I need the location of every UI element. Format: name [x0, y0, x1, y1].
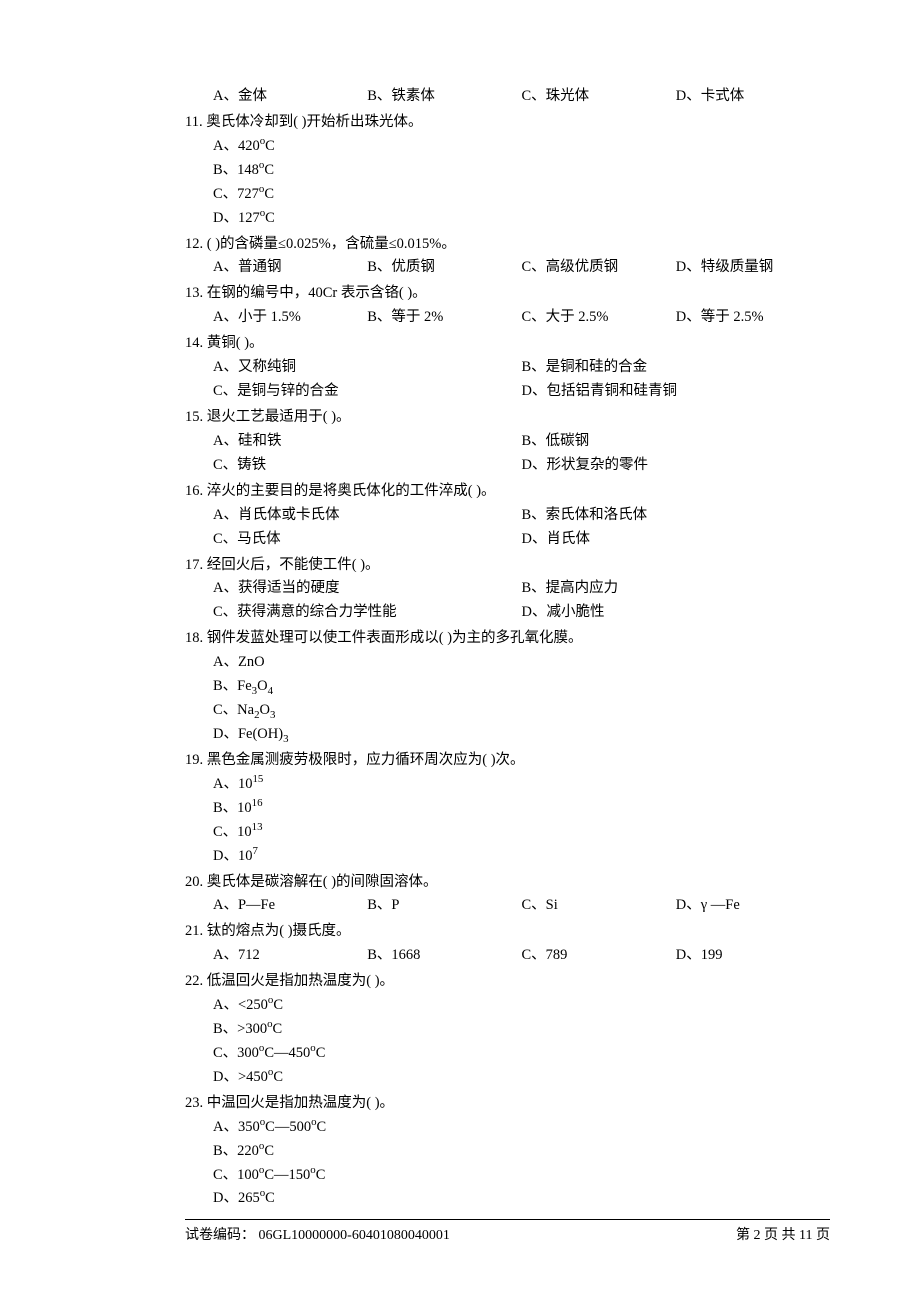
- option-d: D、107: [213, 845, 830, 869]
- option-c: C、珠光体: [522, 85, 676, 109]
- exam-code: 试卷编码： 06GL10000000-60401080040001: [185, 1224, 450, 1247]
- option-c: C、马氏体: [213, 528, 522, 552]
- question-18: 18. 钢件发蓝处理可以使工件表面形成以( )为主的多孔氧化膜。 A、ZnO B…: [185, 627, 830, 747]
- option-a: A、肖氏体或卡氏体: [213, 504, 522, 528]
- option-b: B、低碳钢: [522, 430, 831, 454]
- question-21: 21. 钛的熔点为( )摄氏度。 A、712 B、1668 C、789 D、19…: [185, 920, 830, 968]
- question-15: 15. 退火工艺最适用于( )。 A、硅和铁 B、低碳钢 C、铸铁 D、形状复杂…: [185, 406, 830, 478]
- option-a: A、P—Fe: [213, 894, 367, 918]
- question-11: 11. 奥氏体冷却到( )开始析出珠光体。 A、420oC B、148oC C、…: [185, 111, 830, 231]
- option-c: C、Si: [522, 894, 676, 918]
- question-stem: 18. 钢件发蓝处理可以使工件表面形成以( )为主的多孔氧化膜。: [185, 627, 830, 651]
- option-d: D、包括铝青铜和硅青铜: [522, 380, 831, 404]
- page-number: 第 2 页 共 11 页: [736, 1224, 830, 1247]
- option-b: B、铁素体: [367, 85, 521, 109]
- question-stem: 15. 退火工艺最适用于( )。: [185, 406, 830, 430]
- question-14: 14. 黄铜( )。 A、又称纯铜 B、是铜和硅的合金 C、是铜与锌的合金 D、…: [185, 332, 830, 404]
- question-19: 19. 黑色金属测疲劳极限时，应力循环周次应为( )次。 A、1015 B、10…: [185, 749, 830, 869]
- question-12: 12. ( )的含磷量≤0.025%，含硫量≤0.015%。 A、普通钢 B、优…: [185, 233, 830, 281]
- option-c: C、铸铁: [213, 454, 522, 478]
- option-a: A、350oC—500oC: [213, 1116, 830, 1140]
- option-d: D、γ —Fe: [676, 894, 830, 918]
- option-c: C、是铜与锌的合金: [213, 380, 522, 404]
- option-a: A、金体: [213, 85, 367, 109]
- option-b: B、1668: [367, 944, 521, 968]
- option-b: B、等于 2%: [367, 306, 521, 330]
- option-b: B、是铜和硅的合金: [522, 356, 831, 380]
- option-c: C、727oC: [213, 183, 830, 207]
- option-d: D、199: [676, 944, 830, 968]
- question-17: 17. 经回火后，不能使工件( )。 A、获得适当的硬度 B、提高内应力 C、获…: [185, 554, 830, 626]
- question-10-options: A、金体 B、铁素体 C、珠光体 D、卡式体: [185, 85, 830, 109]
- option-a: A、普通钢: [213, 256, 367, 280]
- option-b: B、148oC: [213, 159, 830, 183]
- question-stem: 13. 在钢的编号中，40Cr 表示含铬( )。: [185, 282, 830, 306]
- question-stem: 21. 钛的熔点为( )摄氏度。: [185, 920, 830, 944]
- option-a: A、ZnO: [213, 651, 830, 675]
- option-b: B、索氏体和洛氏体: [522, 504, 831, 528]
- option-c: C、Na2O3: [213, 699, 830, 723]
- option-c: C、300oC—450oC: [213, 1042, 830, 1066]
- option-b: B、提高内应力: [522, 577, 831, 601]
- option-d: D、Fe(OH)3: [213, 723, 830, 747]
- option-b: B、>300oC: [213, 1018, 830, 1042]
- option-a: A、712: [213, 944, 367, 968]
- option-a: A、420oC: [213, 135, 830, 159]
- question-stem: 17. 经回火后，不能使工件( )。: [185, 554, 830, 578]
- option-a: A、1015: [213, 773, 830, 797]
- question-stem: 12. ( )的含磷量≤0.025%，含硫量≤0.015%。: [185, 233, 830, 257]
- option-d: D、减小脆性: [522, 601, 831, 625]
- option-d: D、卡式体: [676, 85, 830, 109]
- question-20: 20. 奥氏体是碳溶解在( )的间隙固溶体。 A、P—Fe B、P C、Si D…: [185, 871, 830, 919]
- option-c: C、获得满意的综合力学性能: [213, 601, 522, 625]
- question-stem: 14. 黄铜( )。: [185, 332, 830, 356]
- option-b: B、优质钢: [367, 256, 521, 280]
- question-16: 16. 淬火的主要目的是将奥氏体化的工件淬成( )。 A、肖氏体或卡氏体 B、索…: [185, 480, 830, 552]
- question-stem: 16. 淬火的主要目的是将奥氏体化的工件淬成( )。: [185, 480, 830, 504]
- exam-page: A、金体 B、铁素体 C、珠光体 D、卡式体 11. 奥氏体冷却到( )开始析出…: [0, 0, 920, 1288]
- option-b: B、P: [367, 894, 521, 918]
- question-stem: 11. 奥氏体冷却到( )开始析出珠光体。: [185, 111, 830, 135]
- question-stem: 19. 黑色金属测疲劳极限时，应力循环周次应为( )次。: [185, 749, 830, 773]
- option-c: C、高级优质钢: [522, 256, 676, 280]
- option-a: A、又称纯铜: [213, 356, 522, 380]
- option-a: A、硅和铁: [213, 430, 522, 454]
- option-b: B、1016: [213, 797, 830, 821]
- page-footer: 试卷编码： 06GL10000000-60401080040001 第 2 页 …: [185, 1219, 830, 1247]
- option-a: A、小于 1.5%: [213, 306, 367, 330]
- option-d: D、形状复杂的零件: [522, 454, 831, 478]
- option-d: D、特级质量钢: [676, 256, 830, 280]
- question-23: 23. 中温回火是指加热温度为( )。 A、350oC—500oC B、220o…: [185, 1092, 830, 1212]
- option-a: A、<250oC: [213, 994, 830, 1018]
- option-d: D、127oC: [213, 207, 830, 231]
- question-stem: 23. 中温回火是指加热温度为( )。: [185, 1092, 830, 1116]
- option-d: D、肖氏体: [522, 528, 831, 552]
- option-b: B、220oC: [213, 1140, 830, 1164]
- question-stem: 22. 低温回火是指加热温度为( )。: [185, 970, 830, 994]
- question-22: 22. 低温回火是指加热温度为( )。 A、<250oC B、>300oC C、…: [185, 970, 830, 1090]
- option-b: B、Fe3O4: [213, 675, 830, 699]
- question-13: 13. 在钢的编号中，40Cr 表示含铬( )。 A、小于 1.5% B、等于 …: [185, 282, 830, 330]
- option-c: C、789: [522, 944, 676, 968]
- option-c: C、大于 2.5%: [522, 306, 676, 330]
- option-c: C、1013: [213, 821, 830, 845]
- option-d: D、等于 2.5%: [676, 306, 830, 330]
- option-d: D、>450oC: [213, 1066, 830, 1090]
- option-a: A、获得适当的硬度: [213, 577, 522, 601]
- option-c: C、100oC—150oC: [213, 1164, 830, 1188]
- question-stem: 20. 奥氏体是碳溶解在( )的间隙固溶体。: [185, 871, 830, 895]
- option-d: D、265oC: [213, 1187, 830, 1211]
